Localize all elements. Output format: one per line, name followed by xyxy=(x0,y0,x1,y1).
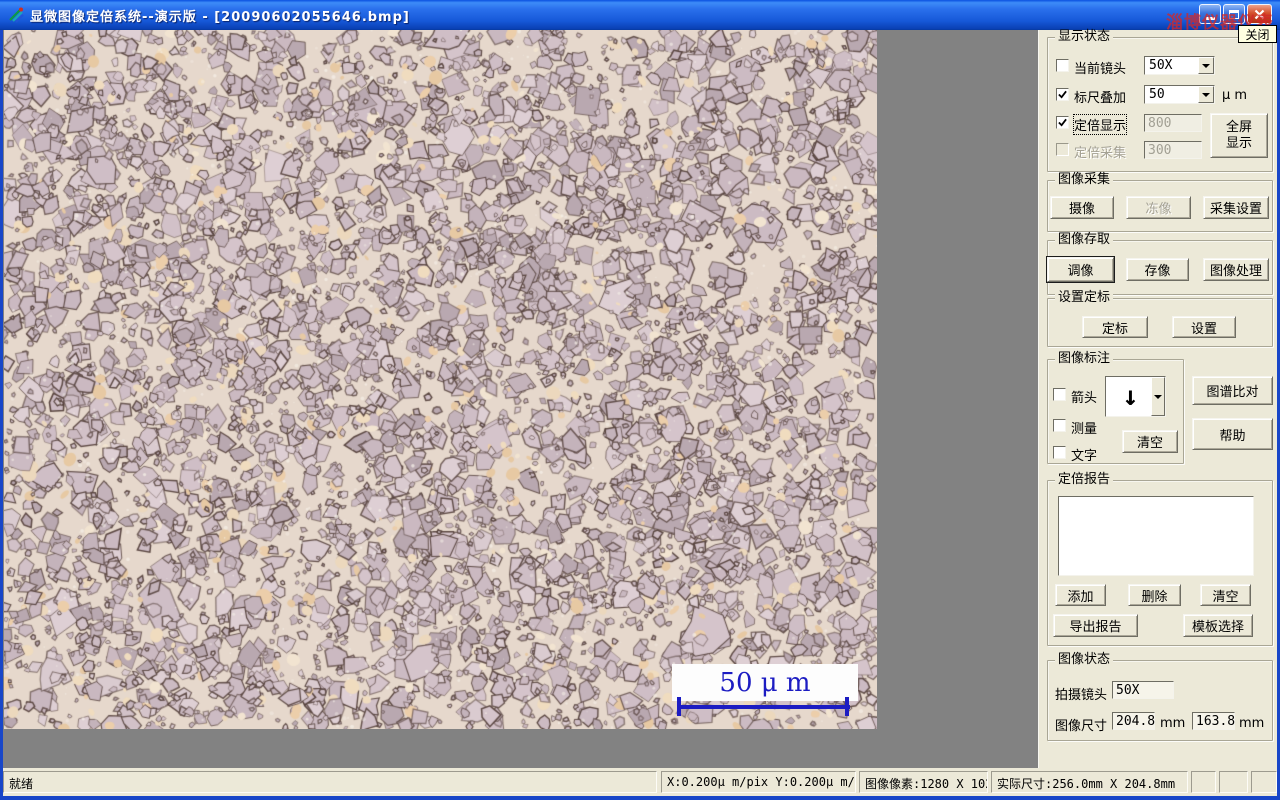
arrow-checkbox[interactable] xyxy=(1053,388,1066,401)
status-ready: 就绪 xyxy=(3,771,657,793)
calibration-settings-button[interactable]: 设置 xyxy=(1172,316,1236,338)
image-process-button[interactable]: 图像处理 xyxy=(1203,258,1269,281)
group-display-status-title: 显示状态 xyxy=(1055,30,1114,44)
report-list[interactable] xyxy=(1058,496,1254,576)
microscopy-image xyxy=(4,30,877,729)
maximize-button[interactable] xyxy=(1223,4,1245,24)
window-title: 显微图像定倍系统--演示版 - [20090602055646.bmp] xyxy=(30,10,410,25)
current-lens-dropdown-button[interactable] xyxy=(1198,57,1214,74)
check-icon xyxy=(1058,90,1067,99)
group-image-status-title: 图像状态 xyxy=(1055,653,1114,667)
arrow-style-dropdown-button[interactable] xyxy=(1151,377,1165,416)
fullscreen-button[interactable]: 全屏 显示 xyxy=(1210,113,1268,158)
text-label[interactable]: 文字 xyxy=(1071,445,1097,464)
scale-overlay-checkbox[interactable] xyxy=(1056,88,1069,101)
restore-icon xyxy=(1229,9,1239,19)
scale-bar-overlay: 50 μ m xyxy=(672,664,858,720)
close-button[interactable] xyxy=(1247,4,1272,24)
group-storage-title: 图像存取 xyxy=(1055,233,1114,247)
shoot-lens-value: 50X xyxy=(1112,681,1174,699)
measure-label[interactable]: 测量 xyxy=(1071,418,1097,437)
scale-overlay-select[interactable]: 50 xyxy=(1144,85,1215,104)
load-image-button[interactable]: 调像 xyxy=(1047,257,1114,282)
help-button[interactable]: 帮助 xyxy=(1192,418,1273,450)
current-lens-value: 50X xyxy=(1149,58,1173,73)
chevron-down-icon xyxy=(1154,394,1162,399)
report-add-button[interactable]: 添加 xyxy=(1055,584,1106,606)
calibrate-button[interactable]: 定标 xyxy=(1082,316,1148,338)
group-annotation-title: 图像标注 xyxy=(1055,352,1114,366)
group-calibration: 设置 定标 xyxy=(1047,291,1273,347)
status-actual-size: 实际尺寸:256.0mm X 204.8mm xyxy=(991,771,1188,793)
scale-overlay-unit: μ m xyxy=(1222,88,1248,103)
arrow-style-select[interactable]: ↓ xyxy=(1105,376,1166,417)
capture-settings-button[interactable]: 采集设置 xyxy=(1203,196,1269,219)
group-capture-title: 图像采集 xyxy=(1055,173,1114,187)
arrow-label[interactable]: 箭头 xyxy=(1071,387,1097,406)
current-lens-select[interactable]: 50X xyxy=(1144,56,1215,75)
fixed-capture-label: 定倍采集 xyxy=(1074,146,1127,161)
scale-overlay-dropdown-button[interactable] xyxy=(1198,86,1214,103)
fixed-capture-input: 300 xyxy=(1144,141,1202,159)
status-pixel-scale: X:0.200μ m/pix Y:0.200μ m/pix xyxy=(661,771,856,793)
scale-bar-tick-right xyxy=(845,697,849,716)
status-spare-3 xyxy=(1251,771,1277,793)
export-report-button[interactable]: 导出报告 xyxy=(1053,614,1138,637)
scale-overlay-value: 50 xyxy=(1149,87,1165,102)
group-report-title: 定倍报告 xyxy=(1055,473,1114,487)
image-width-unit: mm xyxy=(1160,716,1186,731)
image-size-label: 图像尺寸 xyxy=(1055,719,1108,734)
current-lens-label[interactable]: 当前镜头 xyxy=(1074,58,1126,77)
fixed-capture-checkbox xyxy=(1056,143,1069,156)
minimize-button[interactable] xyxy=(1199,4,1221,24)
freeze-button: 冻像 xyxy=(1126,196,1191,219)
scale-bar-tick-left xyxy=(677,697,681,716)
fixed-display-label[interactable]: 定倍显示 xyxy=(1072,114,1128,135)
scale-bar-line xyxy=(678,705,850,709)
fixed-display-checkbox[interactable] xyxy=(1056,116,1069,129)
group-calibration-title: 设置定标 xyxy=(1055,291,1114,305)
scale-bar-label: 50 μ m xyxy=(719,667,811,698)
template-select-button[interactable]: 模板选择 xyxy=(1183,614,1253,637)
image-viewport: 50 μ m xyxy=(3,30,1038,768)
report-delete-button[interactable]: 删除 xyxy=(1128,584,1181,606)
fixed-display-input: 800 xyxy=(1144,114,1202,132)
close-icon xyxy=(1254,9,1265,19)
fullscreen-label-line2: 显示 xyxy=(1225,135,1252,151)
measure-checkbox[interactable] xyxy=(1053,419,1066,432)
image-height-value: 163.8 xyxy=(1192,712,1235,730)
shoot-lens-label: 拍摄镜头 xyxy=(1055,688,1108,703)
close-tooltip: 关闭 xyxy=(1238,25,1277,43)
fullscreen-label-line1: 全屏 xyxy=(1225,119,1252,135)
shoot-button[interactable]: 摄像 xyxy=(1050,196,1114,219)
image-width-value: 204.8 xyxy=(1112,712,1155,730)
status-spare-2 xyxy=(1219,771,1248,793)
check-icon xyxy=(1058,118,1067,127)
annotation-clear-button[interactable]: 清空 xyxy=(1122,430,1178,453)
chevron-down-icon xyxy=(1202,63,1210,68)
status-bar: 就绪 X:0.200μ m/pix Y:0.200μ m/pix 图像像素:12… xyxy=(3,768,1277,796)
arrow-style-value: ↓ xyxy=(1122,381,1139,412)
status-spare-1 xyxy=(1191,771,1216,793)
scale-overlay-label[interactable]: 标尺叠加 xyxy=(1074,87,1126,106)
text-checkbox[interactable] xyxy=(1053,446,1066,459)
scale-bar-label-box: 50 μ m xyxy=(672,664,858,701)
chevron-down-icon xyxy=(1202,92,1210,97)
atlas-compare-button[interactable]: 图谱比对 xyxy=(1192,376,1273,405)
save-image-button[interactable]: 存像 xyxy=(1126,258,1189,281)
app-window: 显微图像定倍系统--演示版 - [20090602055646.bmp] 淄博仪… xyxy=(0,0,1280,800)
image-height-unit: mm xyxy=(1239,716,1265,731)
title-bar: 显微图像定倍系统--演示版 - [20090602055646.bmp] 淄博仪… xyxy=(0,0,1280,33)
app-icon xyxy=(7,6,25,24)
status-image-pixels: 图像像素:1280 X 1024 xyxy=(859,771,988,793)
report-clear-button[interactable]: 清空 xyxy=(1200,584,1251,606)
current-lens-checkbox[interactable] xyxy=(1056,59,1069,72)
control-panel: 显示状态 当前镜头 50X 标尺叠加 50 μ m 定倍显示 800 全屏 显示… xyxy=(1038,30,1277,768)
minimize-icon xyxy=(1205,17,1215,20)
